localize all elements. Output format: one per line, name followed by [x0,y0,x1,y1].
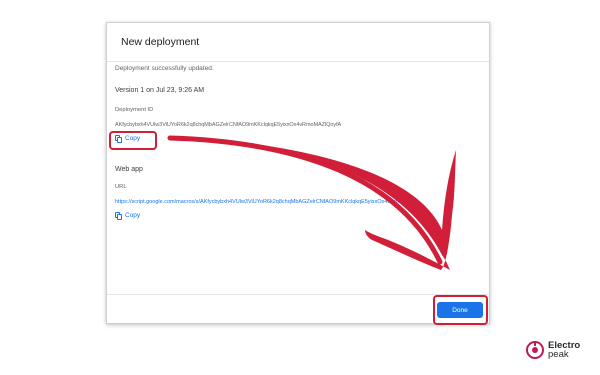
arrow-shape [170,136,456,270]
electropeak-logo-icon [526,341,544,359]
electropeak-logo-text: Electro peak [548,341,580,360]
pointer-arrow [167,135,456,270]
logo-line-2: peak [548,349,569,360]
electropeak-logo: Electro peak [525,340,580,360]
